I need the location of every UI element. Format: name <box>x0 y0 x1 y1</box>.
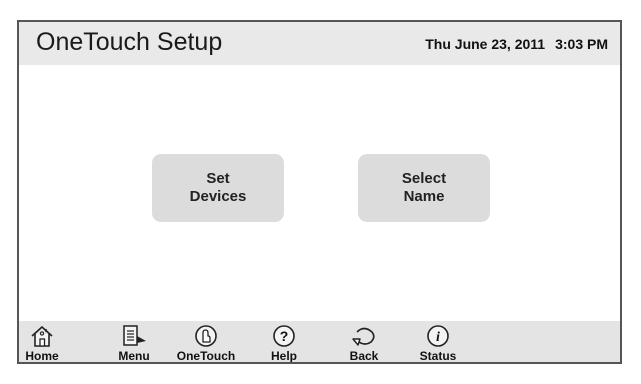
set-devices-label-line2: Devices <box>189 188 247 205</box>
home-icon <box>31 326 53 347</box>
help-label: Help <box>270 349 297 363</box>
back-icon <box>352 327 375 346</box>
onetouch-button[interactable]: OneTouch <box>173 321 239 363</box>
date-text: Thu June 23, 2011 <box>425 36 546 52</box>
select-name-button[interactable]: Select Name <box>358 154 490 222</box>
select-name-label-line2: Name <box>403 188 445 205</box>
bottom-toolbar: Home Menu OneTouch ? Help Back i Status <box>19 321 620 363</box>
select-name-label-line1: Select <box>401 170 447 187</box>
status-button[interactable]: i Status <box>413 321 463 363</box>
menu-button[interactable]: Menu <box>111 321 157 363</box>
onetouch-label: OneTouch <box>176 349 236 363</box>
menu-icon <box>123 325 146 346</box>
menu-label: Menu <box>118 349 150 363</box>
header-bar: OneTouch Setup Thu June 23, 2011 3:03 PM <box>19 22 620 65</box>
home-button[interactable]: Home <box>19 321 65 363</box>
date-time-display: Thu June 23, 2011 3:03 PM <box>425 35 608 53</box>
status-label: Status <box>419 349 457 363</box>
page-title: OneTouch Setup <box>36 28 223 56</box>
onetouch-icon <box>195 325 217 347</box>
help-button[interactable]: ? Help <box>264 321 304 363</box>
svg-text:?: ? <box>280 328 289 344</box>
set-devices-button[interactable]: Set Devices <box>152 154 284 222</box>
set-devices-label-line1: Set <box>206 170 230 187</box>
home-label: Home <box>25 349 59 363</box>
help-icon: ? <box>273 325 295 347</box>
status-icon: i <box>427 325 449 347</box>
back-button[interactable]: Back <box>344 321 384 363</box>
back-label: Back <box>349 349 379 363</box>
svg-text:i: i <box>436 330 440 345</box>
time-text: 3:03 PM <box>555 36 608 52</box>
screen-frame: OneTouch Setup Thu June 23, 2011 3:03 PM … <box>17 20 622 364</box>
